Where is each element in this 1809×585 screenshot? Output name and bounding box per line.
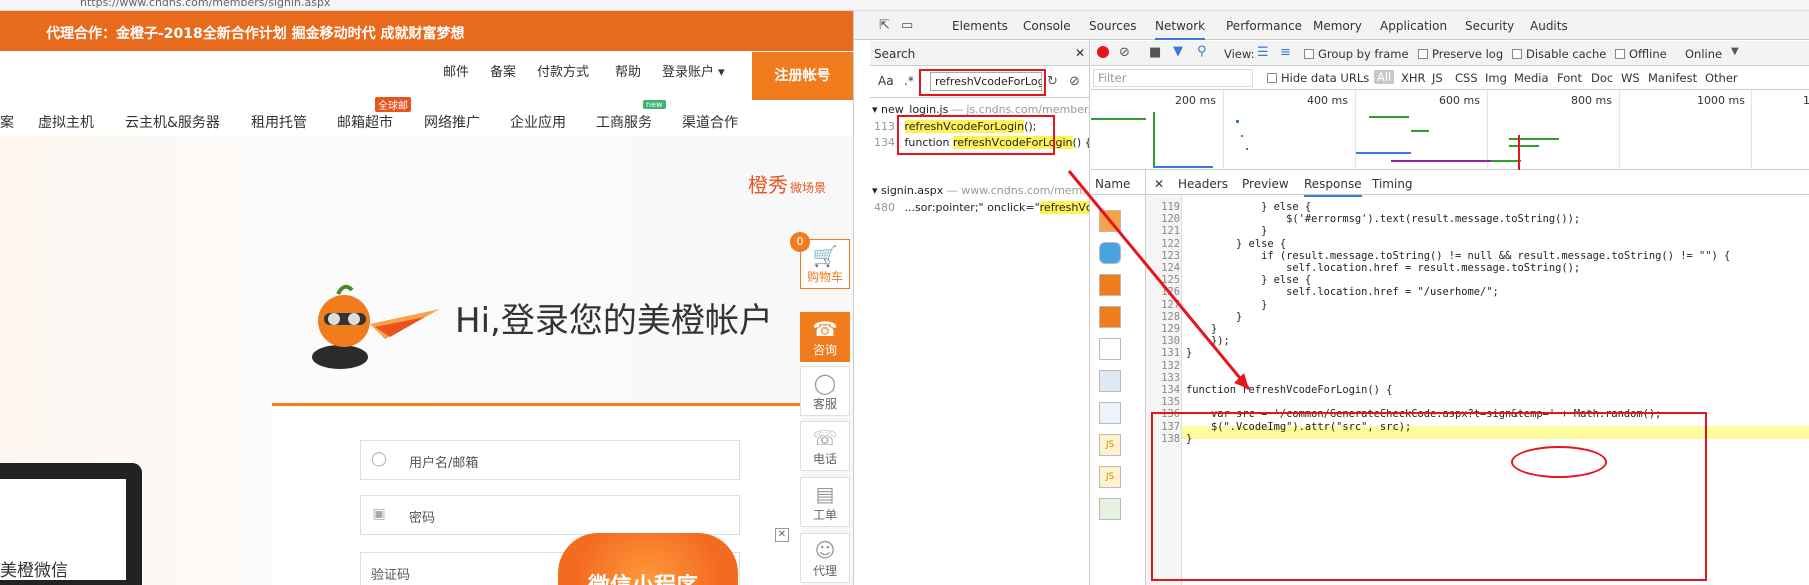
toplink-mail[interactable]: 邮件	[443, 61, 469, 80]
nav-item-mailbox[interactable]: 邮箱超市	[337, 112, 393, 132]
side-ticket-label: 工单	[812, 508, 837, 522]
nav-item-enterprise[interactable]: 企业应用	[510, 112, 566, 132]
wechat-label: 美橙微信	[0, 561, 68, 581]
side-phone-button[interactable]: ☏ 电话	[800, 421, 850, 471]
nav-item-cloud[interactable]: 云主机&服务器	[125, 112, 220, 132]
mailbox-badge: 全球邮	[375, 97, 411, 112]
toplink-icp[interactable]: 备案	[490, 61, 516, 80]
login-greeting: Hi,登录您的美橙帐户	[455, 301, 773, 341]
headset-icon: ☎	[812, 317, 838, 341]
side-consult-label: 咨询	[812, 343, 837, 357]
brand-subtitle: 微场景	[790, 181, 827, 195]
nav-item-virtual-host[interactable]: 虚拟主机	[38, 112, 94, 132]
side-phone-label: 电话	[812, 452, 837, 466]
screenshot-root: https://www.cndns.com/members/signin.asp…	[0, 0, 1809, 585]
nav-item-promotion[interactable]: 网络推广	[424, 112, 480, 132]
side-service-button[interactable]: ◯ 客服	[800, 366, 850, 416]
lock-icon: ▣	[372, 506, 386, 522]
address-text: https://www.cndns.com/members/signin.asp…	[80, 0, 331, 9]
close-icon[interactable]: ✕	[775, 528, 789, 542]
qq-icon: ◯	[813, 371, 837, 395]
register-button[interactable]: 注册帐号	[752, 52, 853, 100]
side-cart-label: 购物车	[806, 270, 843, 284]
side-consult-button[interactable]: ☎ 咨询	[800, 312, 850, 362]
side-agent-label: 代理	[812, 564, 837, 578]
person-icon: ☺	[814, 538, 836, 562]
cart-count-badge: 0	[790, 232, 810, 252]
toplink-payment[interactable]: 付款方式	[537, 61, 589, 80]
nav-item-business[interactable]: 工商服务	[596, 112, 652, 132]
devtools-panel: ⇱ ▭ Elements Console Sources Network Per…	[853, 11, 1809, 585]
address-bar[interactable]: https://www.cndns.com/members/signin.asp…	[0, 0, 1809, 11]
nav-item-channel[interactable]: 渠道合作	[682, 112, 738, 132]
username-placeholder: 用户名/邮箱	[409, 456, 479, 471]
toplink-help[interactable]: 帮助	[615, 61, 641, 80]
side-service-label: 客服	[812, 397, 837, 411]
promo-banner[interactable]: 代理合作：金橙子-2018全新合作计划 掘金移动时代 成就财富梦想	[0, 11, 853, 51]
miniprogram-label: 微信小程序	[588, 568, 698, 585]
website-viewport: 代理合作：金橙子-2018全新合作计划 掘金移动时代 成就财富梦想 邮件 备案 …	[0, 11, 853, 585]
promo-text: 代理合作：金橙子-2018全新合作计划 掘金移动时代 成就财富梦想	[46, 26, 465, 42]
captcha-placeholder: 验证码	[371, 568, 411, 583]
phone-icon: ☏	[812, 426, 838, 450]
side-ticket-button[interactable]: ▤ 工单	[800, 477, 850, 527]
password-placeholder: 密码	[409, 511, 436, 526]
nav-item-partial[interactable]: 案	[0, 112, 14, 132]
ticket-icon: ▤	[815, 482, 835, 506]
toplink-login-account[interactable]: 登录账户 ▾	[662, 61, 725, 80]
side-agent-button[interactable]: ☺ 代理	[800, 533, 850, 583]
orange-mascot-illustration	[312, 284, 440, 369]
annotation-arrow	[1067, 170, 1251, 390]
username-field[interactable]: ◯ 用户名/邮箱	[360, 440, 740, 480]
new-badge: new	[643, 100, 666, 109]
nav-item-hosting[interactable]: 租用托管	[251, 112, 307, 132]
password-field[interactable]: ▣ 密码	[360, 495, 740, 535]
user-icon: ◯	[371, 451, 387, 467]
brand-logo[interactable]: 橙秀	[748, 169, 788, 198]
